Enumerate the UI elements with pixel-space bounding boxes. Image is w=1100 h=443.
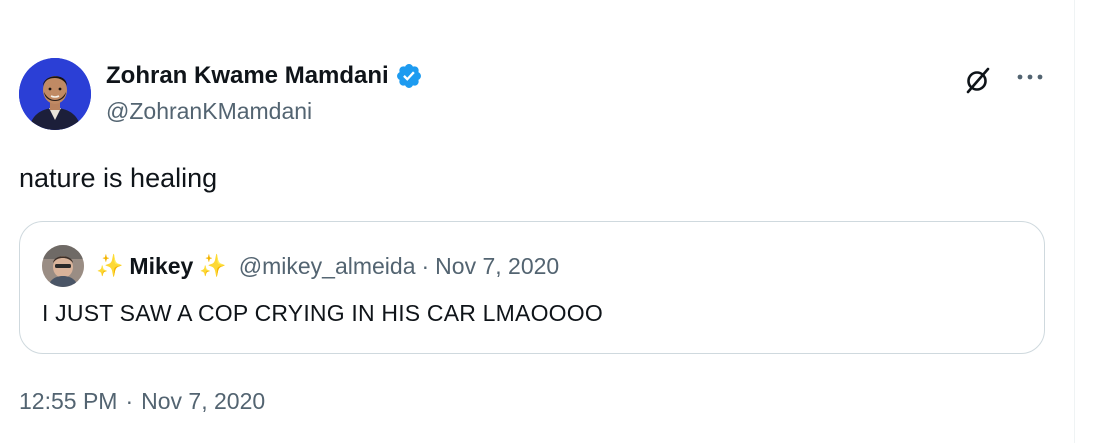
quoted-separator: ·	[421, 252, 430, 279]
tweet-text: nature is healing	[19, 163, 218, 193]
grok-icon	[966, 67, 990, 94]
quoted-author-avatar[interactable]	[42, 245, 84, 287]
tweet: Zohran Kwame Mamdani @ZohranKMamdani nat…	[0, 0, 1074, 443]
author-handle[interactable]: @ZohranKMamdani	[106, 98, 312, 125]
author-name-row: Zohran Kwame Mamdani	[106, 61, 423, 91]
timestamp-date[interactable]: Nov 7, 2020	[141, 388, 265, 415]
quoted-tweet-text: I JUST SAW A COP CRYING IN HIS CAR LMAOO…	[42, 300, 603, 326]
quoted-tweet-header: ✨ Mikey ✨ @mikey_almeida · Nov 7, 2020	[42, 245, 559, 287]
quoted-date[interactable]: Nov 7, 2020	[435, 253, 559, 280]
author-avatar[interactable]	[19, 58, 91, 130]
author-display-name[interactable]: Zohran Kwame Mamdani	[106, 62, 389, 90]
page: Zohran Kwame Mamdani @ZohranKMamdani nat…	[0, 0, 1100, 443]
quoted-author-handle[interactable]: @mikey_almeida	[239, 253, 416, 280]
timestamp-time[interactable]: 12:55 PM	[19, 388, 117, 415]
quoted-tweet[interactable]: ✨ Mikey ✨ @mikey_almeida · Nov 7, 2020 I…	[19, 221, 1045, 354]
sparkle-emoji-left: ✨	[96, 253, 124, 278]
quoted-avatar-photo-icon	[42, 245, 84, 287]
more-options-button[interactable]	[1012, 62, 1048, 92]
timestamp-separator: ·	[125, 388, 134, 414]
more-icon	[1017, 74, 1043, 80]
grok-button[interactable]	[960, 62, 996, 98]
verified-badge-icon[interactable]	[395, 62, 423, 90]
avatar-photo-icon	[19, 58, 91, 130]
sparkle-emoji-right: ✨	[199, 253, 227, 278]
tweet-timestamp[interactable]: 12:55 PM · Nov 7, 2020	[19, 388, 265, 415]
quoted-author-display-name[interactable]: Mikey	[129, 253, 193, 280]
column-divider	[1074, 0, 1075, 443]
